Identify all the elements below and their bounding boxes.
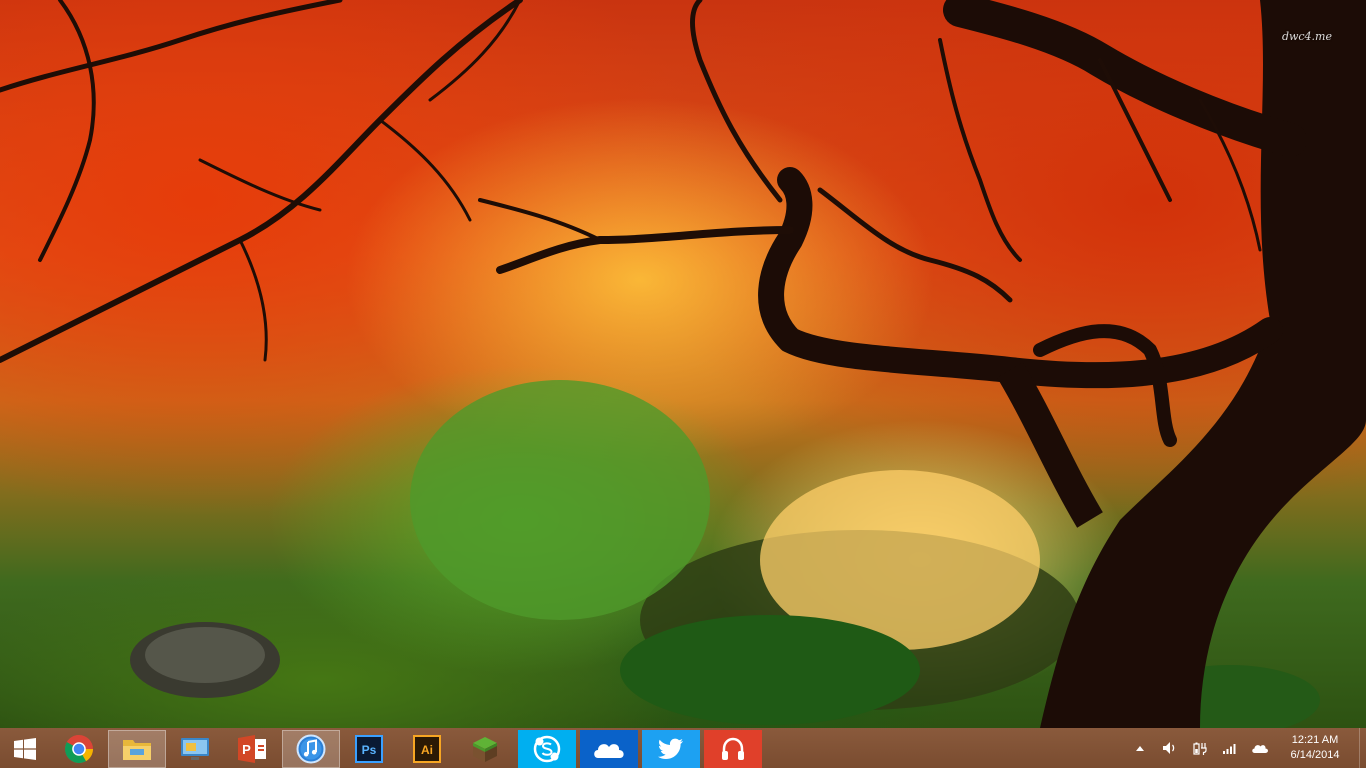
volume-icon[interactable]: [1155, 728, 1185, 768]
windows-logo-icon: [14, 737, 36, 760]
headphones-icon: [722, 737, 744, 760]
powerpoint-button[interactable]: P: [224, 730, 282, 768]
system-tray: 12:21 AM 6/14/2014: [1125, 728, 1366, 768]
folder-icon: [123, 739, 151, 760]
show-desktop-button[interactable]: [1359, 728, 1366, 768]
remote-desktop-icon: [181, 737, 209, 760]
desktop-wallpaper: dwc4.me: [0, 0, 1366, 728]
music-app-button[interactable]: [704, 729, 762, 768]
onedrive-button[interactable]: [580, 729, 638, 768]
twitter-icon: [658, 738, 683, 759]
wallpaper-watermark: dwc4.me: [1281, 30, 1332, 43]
clock-time: 12:21 AM: [1291, 734, 1339, 746]
skype-icon: [533, 735, 561, 762]
minecraft-button[interactable]: [456, 730, 514, 768]
clock-date: 6/14/2014: [1290, 749, 1340, 761]
taskbar: P Ps Ai 12:21 AM 6/14/2014: [0, 728, 1366, 768]
start-button[interactable]: [0, 730, 50, 768]
show-hidden-icons-icon[interactable]: [1125, 728, 1155, 768]
skype-button[interactable]: [518, 729, 576, 768]
file-explorer-button[interactable]: [108, 729, 166, 768]
svg-text:Ai: Ai: [421, 743, 433, 757]
photoshop-button[interactable]: Ps: [340, 730, 398, 768]
remote-desktop-button[interactable]: [166, 730, 224, 768]
onedrive-icon: [594, 743, 624, 758]
svg-text:Ps: Ps: [362, 743, 377, 757]
itunes-icon: [296, 734, 326, 763]
autumn-tree-wallpaper: [0, 0, 1366, 728]
illustrator-button[interactable]: Ai: [398, 730, 456, 768]
chrome-button[interactable]: [50, 730, 108, 768]
twitter-button[interactable]: [642, 729, 700, 768]
itunes-button[interactable]: [282, 729, 340, 768]
illustrator-icon: Ai: [413, 734, 441, 763]
photoshop-icon: Ps: [355, 734, 383, 763]
onedrive-tray-icon[interactable]: [1245, 728, 1275, 768]
power-icon[interactable]: [1185, 728, 1215, 768]
svg-text:P: P: [242, 742, 251, 757]
minecraft-icon: [473, 736, 497, 762]
powerpoint-icon: P: [238, 734, 266, 763]
clock[interactable]: 12:21 AM 6/14/2014: [1279, 728, 1351, 768]
network-signal-icon[interactable]: [1215, 728, 1245, 768]
chrome-icon: [65, 734, 93, 763]
